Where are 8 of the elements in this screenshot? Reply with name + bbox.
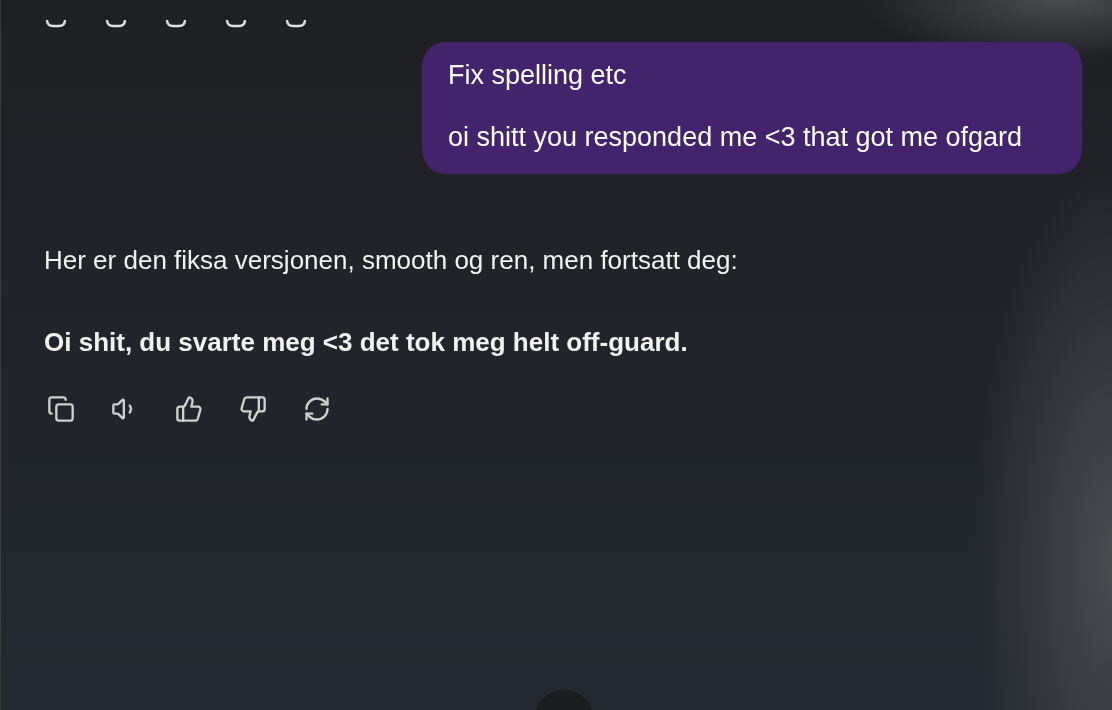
message-text: Fix spelling etc [448,59,628,92]
copy-icon[interactable] [46,394,76,424]
refresh-icon[interactable] [302,394,332,424]
message-text: oi shitt you responded me <3 that got me ofgard [448,121,1024,154]
reply-text: Her er den fiksa versjonen, smooth og ren, men fortsatt deg: [44,244,739,276]
thumbs-down-icon[interactable] [238,394,268,424]
thumbs-up-icon[interactable] [174,394,204,424]
reply-text: Oi shit, du svarte meg <3 det tok meg helt off-guard. [44,326,689,358]
